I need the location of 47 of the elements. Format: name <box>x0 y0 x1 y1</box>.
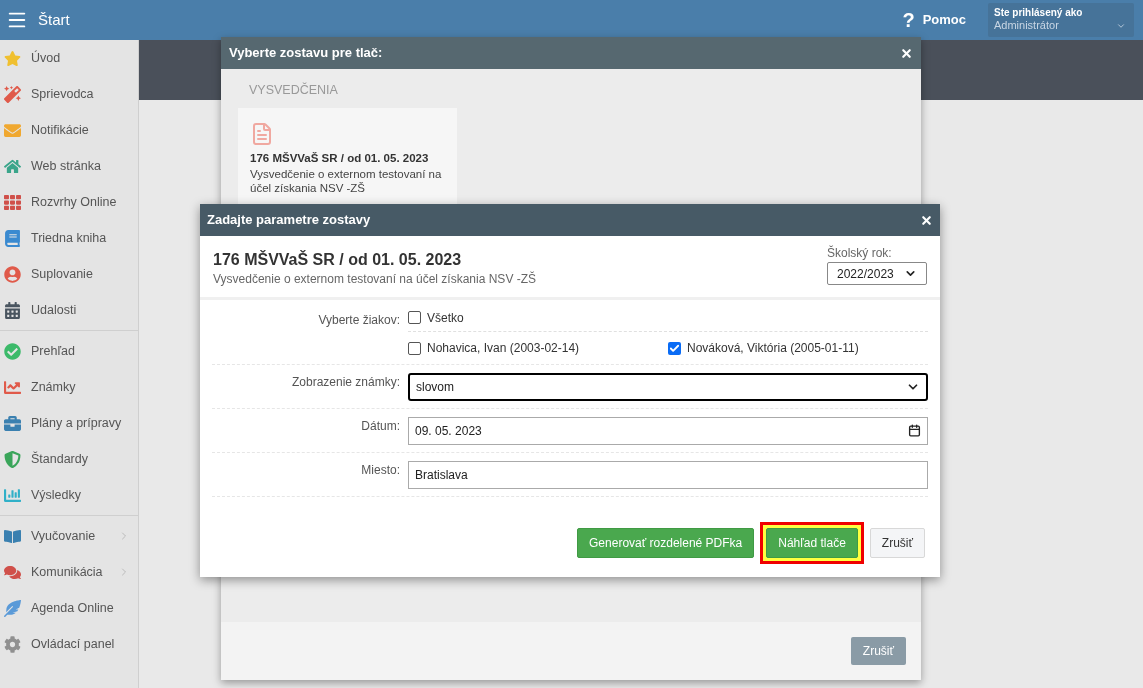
checkbox-label: Nohavica, Ivan (2003-02-14) <box>427 340 580 357</box>
help-icon: ? <box>902 10 915 30</box>
dialog-title: Zadajte parametre zostavy <box>207 211 372 230</box>
checkbox[interactable] <box>408 341 421 355</box>
sidebar-item[interactable]: Úvod <box>0 40 138 76</box>
sidebar-item[interactable]: Štandardy <box>0 441 138 477</box>
close-icon[interactable] <box>900 46 913 60</box>
dialog-title: Vyberte zostavu pre tlač: <box>229 44 384 63</box>
sidebar-item[interactable]: Komunikácia <box>0 554 138 590</box>
sidebar-item[interactable]: Sprievodca <box>0 76 138 112</box>
field-label: Miesto: <box>360 462 401 479</box>
cancel-button[interactable]: Zrušiť <box>869 528 925 558</box>
sidebar-item[interactable]: Suplovanie <box>0 256 138 292</box>
help-button[interactable]: ? Pomoc <box>902 10 966 30</box>
user-dropdown[interactable]: Ste prihlásený ako Administrátor <box>988 3 1134 37</box>
sidebar-item[interactable]: Agenda Online <box>0 590 138 626</box>
report-heading: 176 MŠVVaŠ SR / od 01. 05. 2023 <box>213 250 463 270</box>
sidebar-item[interactable]: Triedna kniha <box>0 220 138 256</box>
field-label: Dátum: <box>360 418 401 435</box>
sidebar-item[interactable]: Výsledky <box>0 477 138 513</box>
close-icon[interactable] <box>920 213 933 227</box>
sidebar-item[interactable]: Vyučovanie <box>0 518 138 554</box>
grade-display-select[interactable]: slovom <box>408 372 928 401</box>
sidebar-item[interactable]: Udalosti <box>0 292 138 328</box>
field-label: Vyberte žiakov: <box>317 312 401 329</box>
field-label: Školský rok: <box>827 244 893 262</box>
checkbox-label: Nováková, Viktória (2005-01-11) <box>687 340 859 357</box>
place-field[interactable]: Bratislava <box>408 460 928 489</box>
checkbox[interactable] <box>408 311 421 324</box>
sidebar-item[interactable]: Plány a prípravy <box>0 405 138 441</box>
pdf-file-icon <box>250 121 274 146</box>
sidebar-item[interactable]: Rozvrhy Online <box>0 184 138 220</box>
caret-icon <box>1116 21 1126 31</box>
checkbox[interactable] <box>668 341 681 355</box>
school-year-select[interactable]: 2022/2023 <box>827 262 927 285</box>
section-heading: VYSVEDČENIA <box>249 81 339 99</box>
page-title: Štart <box>38 9 70 30</box>
date-field[interactable]: 09. 05. 2023 <box>408 416 928 445</box>
checkbox-label: Všetko <box>427 309 464 327</box>
calendar-icon[interactable] <box>908 424 921 437</box>
sidebar-item[interactable]: Notifikácie <box>0 112 138 148</box>
report-description: Vysvedčenie o externom testovaní na účel získania NSV -ZŠ <box>213 270 538 288</box>
sidebar-item[interactable]: Ovládací panel <box>0 626 138 662</box>
sidebar-item[interactable]: Známky <box>0 369 138 405</box>
sidebar-item[interactable]: Web stránka <box>0 148 138 184</box>
field-label: Zobrazenie známky: <box>290 374 401 391</box>
sidebar-item[interactable]: Prehľad <box>0 333 138 369</box>
